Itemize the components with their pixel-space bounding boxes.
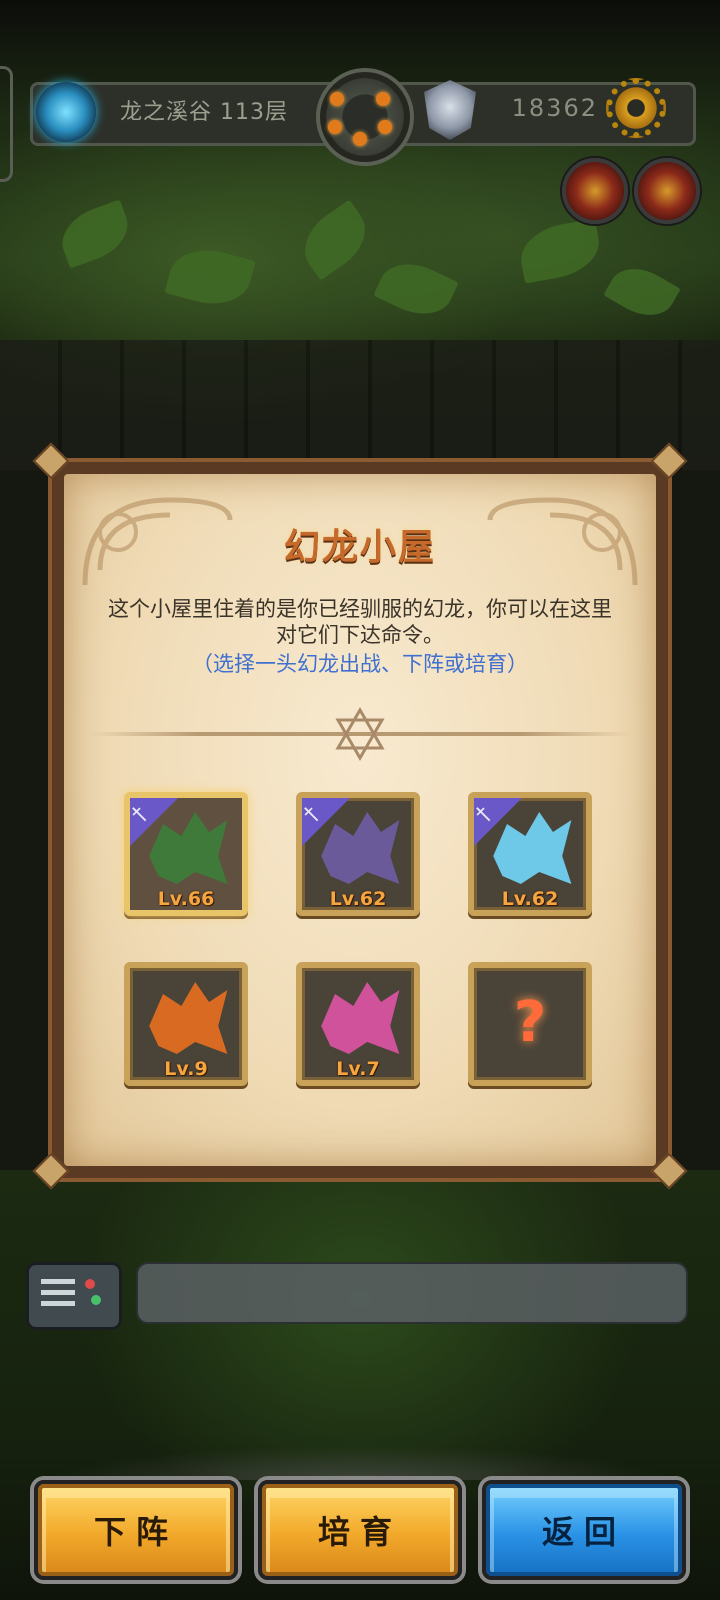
dialog-title: 幻龙小屋 [283, 527, 436, 568]
dragon-level: Lv.7 [336, 1058, 380, 1080]
withdraw-button[interactable]: 下阵 [34, 1480, 238, 1580]
shop-icon[interactable] [562, 158, 628, 224]
chat-lines [41, 1279, 75, 1307]
score-value: 18362 [511, 94, 598, 122]
portal-icon[interactable] [36, 82, 96, 142]
wheel-slot [378, 120, 392, 134]
pink-dragon-icon [321, 982, 400, 1054]
gear-icon[interactable] [606, 78, 666, 138]
wheel-slot [328, 120, 342, 134]
dragon-level: Lv.9 [164, 1058, 208, 1080]
wheel-slot [330, 92, 344, 106]
dragon-level: Lv.62 [329, 888, 387, 910]
train-button[interactable]: 培育 [258, 1480, 462, 1580]
dialog-hint: （选择一头幻龙出战、下阵或培育） [192, 652, 528, 676]
dragon-slot-5[interactable]: Lv.7 [296, 962, 420, 1086]
floor-label: 龙之溪谷 113层 [120, 100, 288, 125]
question-mark-icon: ? [513, 990, 547, 1055]
stone-wall [0, 340, 720, 470]
chat-dot-green [91, 1295, 101, 1305]
bottom-decoration [0, 1440, 720, 1480]
wheel-slot [376, 92, 390, 106]
fire-dragon-icon [149, 982, 228, 1054]
back-button[interactable]: 返回 [482, 1480, 686, 1580]
chat-icon[interactable] [26, 1262, 122, 1330]
dragon-slot-3[interactable]: † Lv.62 [468, 792, 592, 916]
chat-input[interactable] [136, 1262, 688, 1324]
dragon-slot-2[interactable]: † Lv.62 [296, 792, 420, 916]
dialog-description: 这个小屋里住着的是你已经驯服的幻龙，你可以在这里对它们下达命令。 [108, 597, 612, 647]
dragon-slot-1[interactable]: † Lv.66 [124, 792, 248, 916]
side-panel-handle[interactable] [0, 66, 13, 182]
dragon-slot-locked[interactable]: ? [468, 962, 592, 1086]
chat-dot-red [85, 1279, 95, 1289]
dragon-slot-4[interactable]: Lv.9 [124, 962, 248, 1086]
dragon-level: Lv.66 [157, 888, 215, 910]
character-icon[interactable] [634, 158, 700, 224]
hexagram-icon [335, 707, 385, 761]
wheel-slot [353, 132, 367, 146]
dragon-level: Lv.62 [501, 888, 559, 910]
wheel-icon[interactable] [316, 68, 414, 166]
